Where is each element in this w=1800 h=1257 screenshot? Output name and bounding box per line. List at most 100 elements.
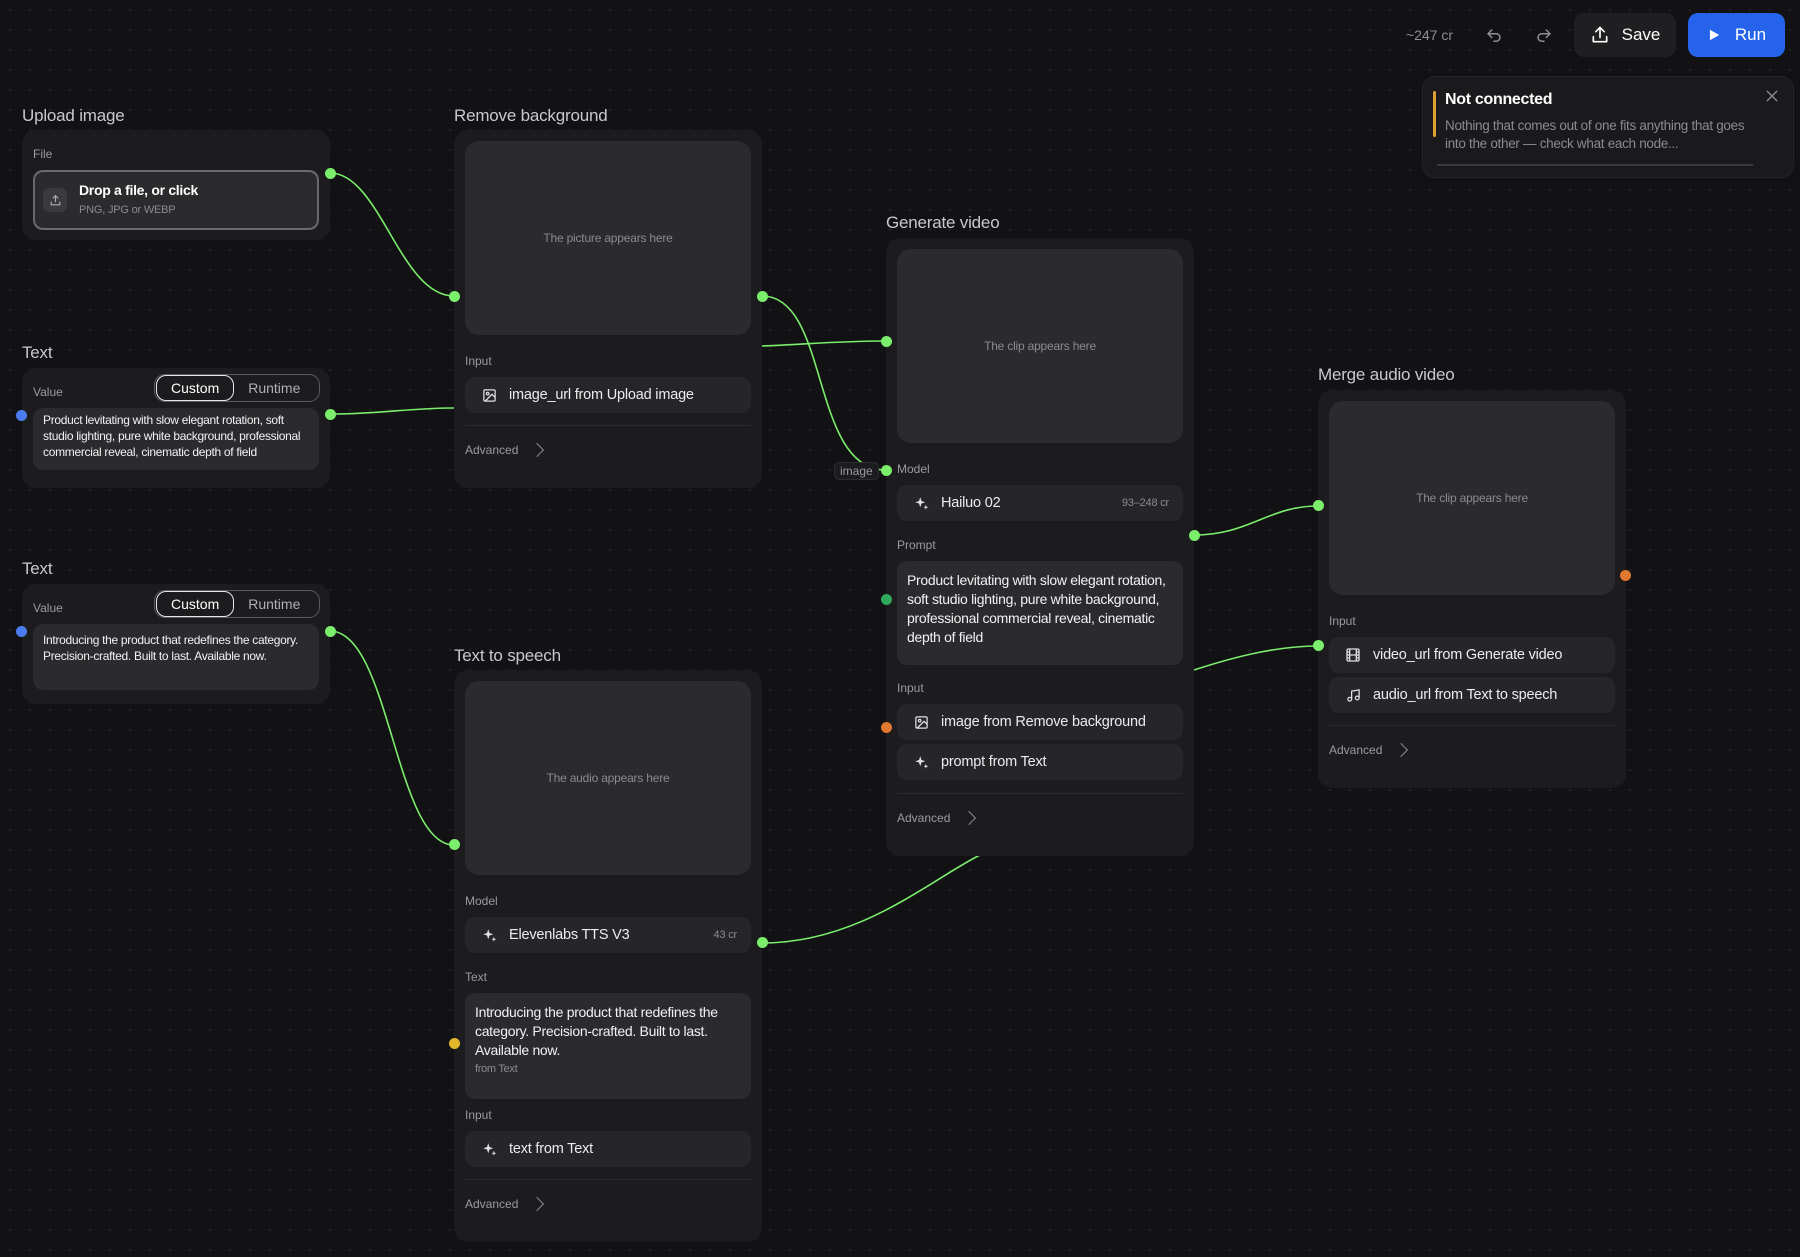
removebg-output-port[interactable] <box>757 291 768 302</box>
chevron-right-icon <box>962 810 977 826</box>
save-button[interactable]: Save <box>1574 13 1676 57</box>
tts-node-title: Text to speech <box>454 646 561 665</box>
genvideo-node[interactable]: The clip appears here Model Hailuo 02 93… <box>886 238 1194 856</box>
genvideo-image-port[interactable] <box>881 465 892 476</box>
tts-advanced-toggle[interactable]: Advanced <box>465 1196 545 1212</box>
genvideo-input-image-text: image from Remove background <box>941 714 1146 730</box>
redo-button[interactable] <box>1526 20 1562 52</box>
tts-node[interactable]: The audio appears here Model Elevenlabs … <box>454 670 762 1242</box>
file-label: File <box>33 147 53 161</box>
toast-not-connected: Not connected Nothing that comes out of … <box>1422 76 1794 178</box>
edge-label-image: image <box>834 462 879 480</box>
wire-genvideo-to-merge <box>1193 505 1319 536</box>
text2-mode-runtime[interactable]: Runtime <box>234 592 314 616</box>
tts-model-cost: 43 cr <box>713 929 738 941</box>
genvideo-input-label: Input <box>897 681 924 695</box>
genvideo-input-port[interactable] <box>881 722 892 733</box>
tts-text-input-port[interactable] <box>449 839 460 850</box>
merge-advanced-toggle[interactable]: Advanced <box>1329 742 1409 758</box>
tts-text-label: Text <box>465 970 488 984</box>
tts-model-name: Elevenlabs TTS V3 <box>509 927 630 943</box>
undo-button[interactable] <box>1476 20 1512 52</box>
genvideo-output-port[interactable] <box>1189 530 1200 541</box>
text1-mode-custom[interactable]: Custom <box>156 375 235 401</box>
merge-preview: The clip appears here <box>1329 401 1615 595</box>
text2-mode-toggle[interactable]: Custom Runtime <box>154 590 320 618</box>
drop-text: Drop a file, or click <box>79 182 198 198</box>
run-label: Run <box>1734 25 1767 44</box>
chevron-right-icon <box>530 442 545 458</box>
wire-text1-to-removebg <box>329 407 455 415</box>
upload-node[interactable]: File Drop a file, or click PNG, JPG or W… <box>22 130 330 240</box>
removebg-node-title: Remove background <box>454 106 608 125</box>
sparkle-icon <box>481 927 497 943</box>
text2-mode-custom[interactable]: Custom <box>156 591 235 617</box>
text1-output-port[interactable] <box>325 409 336 420</box>
removebg-preview: The picture appears here <box>465 141 751 335</box>
dropzone[interactable]: Drop a file, or click PNG, JPG or WEBP <box>33 170 319 230</box>
merge-input-item-video[interactable]: video_url from Generate video <box>1329 637 1615 673</box>
genvideo-prompt-label: Prompt <box>897 538 936 552</box>
sparkle-icon <box>913 754 929 770</box>
merge-node[interactable]: The clip appears here Input video_url fr… <box>1318 390 1626 788</box>
tts-voice-input-port[interactable] <box>449 1038 460 1049</box>
tts-input-label: Input <box>465 1108 492 1122</box>
redo-icon <box>1537 29 1551 42</box>
genvideo-input-prompt-text: prompt from Text <box>941 754 1047 770</box>
text2-output-port[interactable] <box>325 626 336 637</box>
text1-node[interactable]: Value Custom Runtime Product levitating … <box>22 368 330 488</box>
removebg-image-input-port[interactable] <box>449 291 460 302</box>
tts-model-select[interactable]: Elevenlabs TTS V3 43 cr <box>465 917 751 953</box>
genvideo-prompt-port[interactable] <box>881 594 892 605</box>
text1-input-port[interactable] <box>16 410 27 421</box>
merge-video-input-port[interactable] <box>1313 500 1324 511</box>
tts-model-label: Model <box>465 894 498 908</box>
film-icon <box>1345 647 1361 663</box>
tts-input-item[interactable]: text from Text <box>465 1131 751 1167</box>
text1-mode-toggle[interactable]: Custom Runtime <box>154 374 320 402</box>
merge-input-video-text: video_url from Generate video <box>1373 647 1563 663</box>
wire-upload-to-removebg <box>329 172 455 297</box>
merge-input-item-audio[interactable]: audio_url from Text to speech <box>1329 677 1615 713</box>
tts-text-input[interactable]: Introducing the product that redefines t… <box>465 993 751 1099</box>
genvideo-input-item-image[interactable]: image from Remove background <box>897 704 1183 740</box>
genvideo-model-cost: 93–248 cr <box>1121 497 1169 509</box>
removebg-input-item[interactable]: image_url from Upload image <box>465 377 751 413</box>
removebg-input-label: Input <box>465 354 492 368</box>
genvideo-advanced-toggle[interactable]: Advanced <box>897 810 977 826</box>
run-button[interactable]: Run <box>1688 13 1785 57</box>
toast-close-button[interactable] <box>1763 87 1781 105</box>
removebg-input-text: image_url from Upload image <box>509 387 694 403</box>
text2-node-title: Text <box>22 559 53 578</box>
genvideo-first-frame-port[interactable] <box>881 336 892 347</box>
text1-mode-runtime[interactable]: Runtime <box>234 376 314 400</box>
image-icon <box>913 714 929 730</box>
text2-node[interactable]: Value Custom Runtime Introducing the pro… <box>22 584 330 704</box>
save-label: Save <box>1621 25 1661 44</box>
wire-tts-to-genvideo <box>761 854 981 944</box>
removebg-node[interactable]: The picture appears here Input image_url… <box>454 130 762 488</box>
text1-value-input[interactable]: Product levitating with slow elegant rot… <box>33 408 319 470</box>
merge-output-port[interactable] <box>1620 570 1631 581</box>
genvideo-prompt-input[interactable]: Product levitating with slow elegant rot… <box>897 561 1183 665</box>
drop-formats: PNG, JPG or WEBP <box>79 204 176 216</box>
close-icon <box>1766 90 1778 102</box>
text2-value-input[interactable]: Introducing the product that redefines t… <box>33 624 319 690</box>
toast-title: Not connected <box>1445 91 1553 108</box>
tts-output-port[interactable] <box>757 937 768 948</box>
merge-divider <box>1329 725 1615 726</box>
removebg-advanced-label: Advanced <box>465 443 519 457</box>
toast-accent-bar <box>1433 91 1436 137</box>
upload-output-port[interactable] <box>325 168 336 179</box>
sparkle-icon <box>481 1141 497 1157</box>
text2-input-port[interactable] <box>16 626 27 637</box>
merge-audio-input-port[interactable] <box>1313 640 1324 651</box>
text1-value-label: Value <box>33 385 63 399</box>
wire-removebg-to-genvideo-image <box>761 295 887 471</box>
genvideo-model-select[interactable]: Hailuo 02 93–248 cr <box>897 485 1183 521</box>
removebg-advanced-toggle[interactable]: Advanced <box>465 442 545 458</box>
removebg-divider <box>465 425 751 426</box>
genvideo-input-item-prompt[interactable]: prompt from Text <box>897 744 1183 780</box>
tts-advanced-label: Advanced <box>465 1197 519 1211</box>
toast-progress <box>1437 164 1753 166</box>
